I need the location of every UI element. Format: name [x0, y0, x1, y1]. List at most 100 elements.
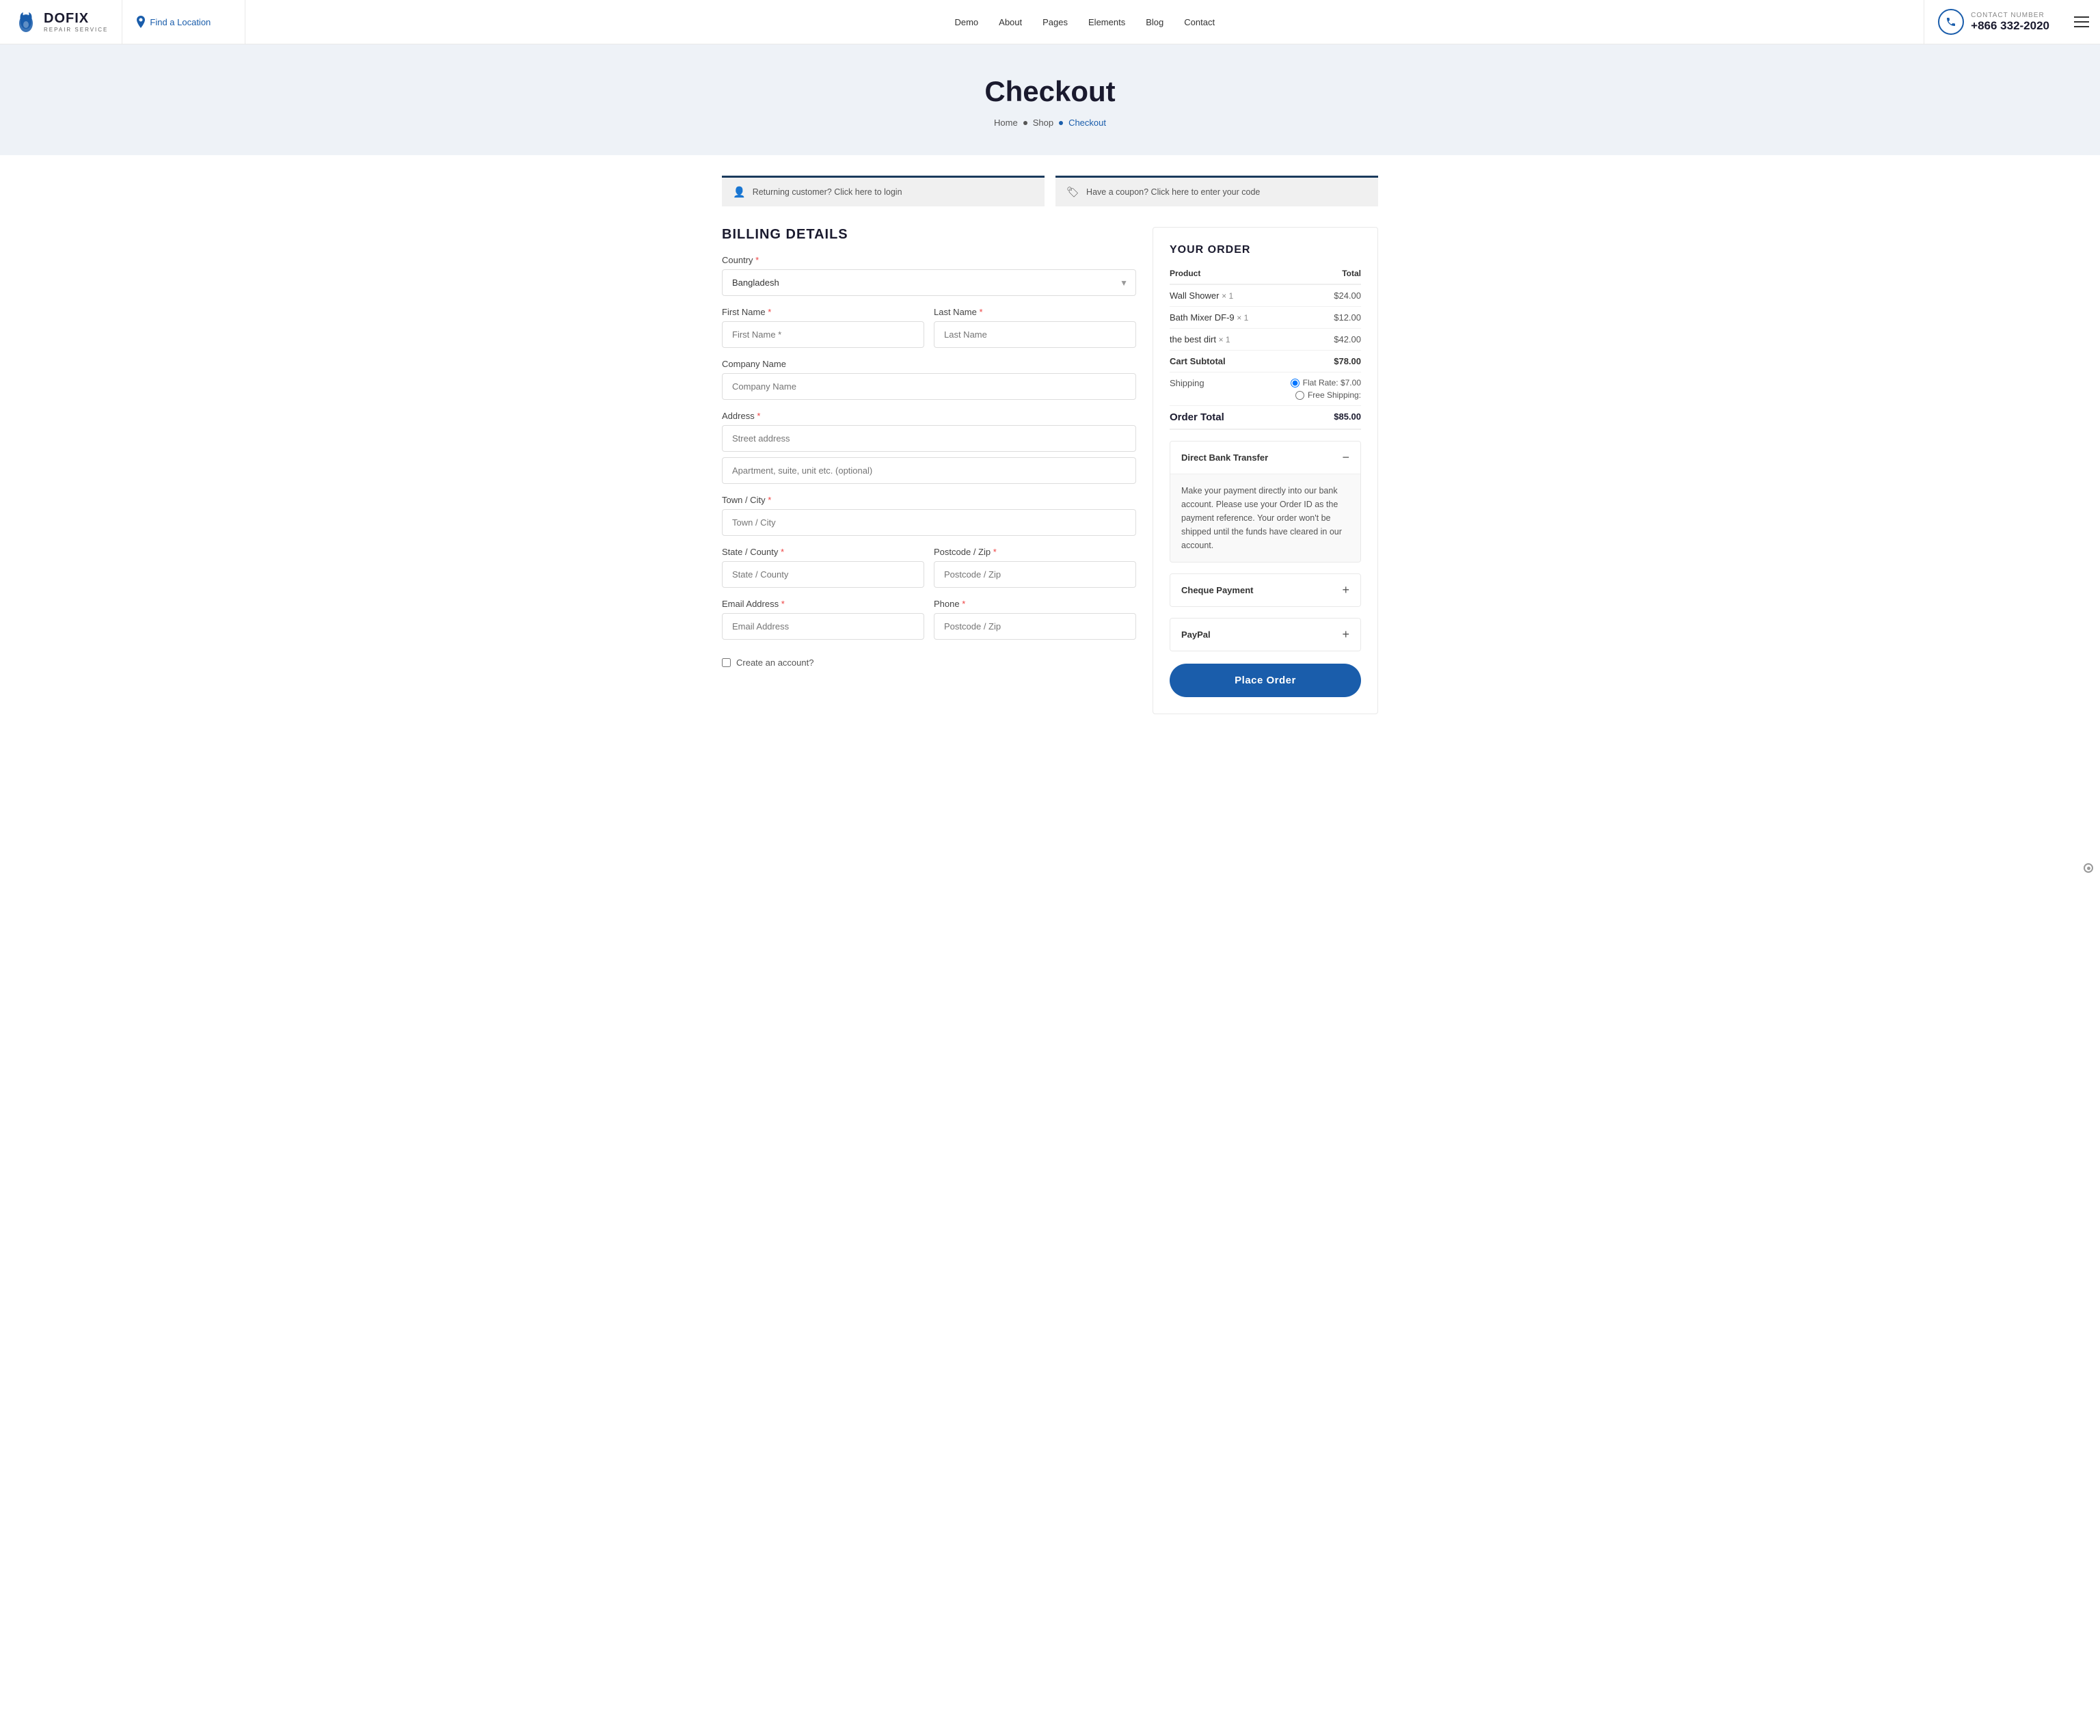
first-name-label: First Name *: [722, 307, 924, 317]
find-location-link[interactable]: Find a Location: [122, 0, 245, 44]
billing-title: BILLING DETAILS: [722, 227, 1136, 243]
email-phone-row: Email Address * Phone *: [722, 599, 1136, 651]
country-label: Country *: [722, 255, 1136, 265]
postcode-input[interactable]: [934, 561, 1136, 588]
shipping-free[interactable]: Free Shipping:: [1295, 390, 1361, 400]
nav-blog[interactable]: Blog: [1146, 17, 1163, 27]
nav-elements[interactable]: Elements: [1088, 17, 1125, 27]
shipping-label: Shipping: [1170, 372, 1271, 406]
shipping-free-radio[interactable]: [1295, 391, 1304, 400]
name-row: First Name * Last Name *: [722, 307, 1136, 359]
state-input[interactable]: [722, 561, 924, 588]
order-item-row: Bath Mixer DF-9 × 1 $12.00: [1170, 307, 1361, 329]
phone-input[interactable]: [934, 613, 1136, 640]
country-select[interactable]: Bangladesh United States United Kingdom …: [722, 269, 1136, 296]
subtotal-row: Cart Subtotal $78.00: [1170, 351, 1361, 372]
town-label: Town / City *: [722, 495, 1136, 505]
scroll-dot: [2087, 867, 2090, 870]
logo-sub: REPAIR SERVICE: [44, 27, 108, 33]
order-table: Product Total Wall Shower × 1 $24.00 Bat…: [1170, 269, 1361, 430]
payment-methods: Direct Bank Transfer − Make your payment…: [1170, 441, 1361, 651]
company-label: Company Name: [722, 359, 1136, 369]
postcode-group: Postcode / Zip *: [934, 547, 1136, 588]
street-input[interactable]: [722, 425, 1136, 452]
company-input[interactable]: [722, 373, 1136, 400]
order-item-total: $12.00: [1271, 307, 1361, 329]
breadcrumb-home[interactable]: Home: [994, 118, 1018, 128]
payment-body-0: Make your payment directly into our bank…: [1170, 474, 1360, 562]
nav-pages[interactable]: Pages: [1042, 17, 1068, 27]
total-value: $85.00: [1271, 406, 1361, 430]
payment-method-0: Direct Bank Transfer − Make your payment…: [1170, 441, 1361, 562]
country-select-wrapper: Bangladesh United States United Kingdom …: [722, 269, 1136, 296]
create-account-label: Create an account?: [736, 657, 813, 668]
apt-input[interactable]: [722, 457, 1136, 484]
town-group: Town / City *: [722, 495, 1136, 536]
shipping-flat-radio[interactable]: [1291, 379, 1300, 388]
nav-demo[interactable]: Demo: [954, 17, 978, 27]
place-order-button[interactable]: Place Order: [1170, 664, 1361, 697]
subtotal-value: $78.00: [1271, 351, 1361, 372]
payment-name-0: Direct Bank Transfer: [1181, 452, 1268, 463]
order-item-total: $42.00: [1271, 329, 1361, 351]
site-header: DOFIX REPAIR SERVICE Find a Location Dem…: [0, 0, 2100, 44]
notice-bars: 👤 Returning customer? Click here to logi…: [722, 176, 1378, 206]
billing-section: BILLING DETAILS Country * Bangladesh Uni…: [722, 227, 1136, 668]
nav-contact[interactable]: Contact: [1184, 17, 1215, 27]
col-product: Product: [1170, 269, 1271, 284]
order-title: YOUR ORDER: [1170, 244, 1361, 256]
contact-number: +866 332-2020: [1971, 19, 2049, 33]
breadcrumb-checkout[interactable]: Checkout: [1068, 118, 1106, 128]
payment-header-2[interactable]: PayPal +: [1170, 619, 1360, 651]
total-label: Order Total: [1170, 406, 1271, 430]
contact-info: CONTACT NUMBER +866 332-2020: [1924, 0, 2063, 44]
breadcrumb-dot-1: [1023, 121, 1027, 125]
user-icon: 👤: [733, 186, 746, 198]
address-label: Address *: [722, 411, 1136, 421]
company-group: Company Name: [722, 359, 1136, 400]
breadcrumb-shop[interactable]: Shop: [1033, 118, 1053, 128]
order-item-name: Wall Shower × 1: [1170, 284, 1271, 307]
order-item-row: Wall Shower × 1 $24.00: [1170, 284, 1361, 307]
town-input[interactable]: [722, 509, 1136, 536]
email-group: Email Address *: [722, 599, 924, 640]
phone-group: Phone *: [934, 599, 1136, 640]
hamburger-menu[interactable]: [2063, 16, 2100, 27]
logo-text: DOFIX: [44, 11, 89, 26]
order-item-total: $24.00: [1271, 284, 1361, 307]
first-name-group: First Name *: [722, 307, 924, 348]
main-content: 👤 Returning customer? Click here to logi…: [708, 155, 1392, 755]
subtotal-label: Cart Subtotal: [1170, 351, 1271, 372]
payment-method-2: PayPal +: [1170, 618, 1361, 651]
order-section: YOUR ORDER Product Total Wall Shower × 1…: [1153, 227, 1378, 714]
coupon-notice[interactable]: 🏷 Have a coupon? Click here to enter you…: [1055, 176, 1378, 206]
tag-icon: 🏷: [1066, 186, 1079, 198]
phone-label: Phone *: [934, 599, 1136, 609]
payment-toggle-icon-1: +: [1342, 583, 1349, 597]
nav-about[interactable]: About: [999, 17, 1022, 27]
first-name-input[interactable]: [722, 321, 924, 348]
payment-toggle-icon-0: −: [1342, 450, 1349, 465]
breadcrumb-dot-2: [1059, 121, 1063, 125]
order-item-name: Bath Mixer DF-9 × 1: [1170, 307, 1271, 329]
checkout-layout: BILLING DETAILS Country * Bangladesh Uni…: [722, 227, 1378, 714]
state-label: State / County *: [722, 547, 924, 557]
last-name-input[interactable]: [934, 321, 1136, 348]
shipping-flat-rate[interactable]: Flat Rate: $7.00: [1291, 378, 1361, 388]
state-postcode-row: State / County * Postcode / Zip *: [722, 547, 1136, 599]
create-account-row: Create an account?: [722, 657, 1136, 668]
last-name-label: Last Name *: [934, 307, 1136, 317]
email-input[interactable]: [722, 613, 924, 640]
page-hero: Checkout Home Shop Checkout: [0, 44, 2100, 155]
payment-header-1[interactable]: Cheque Payment +: [1170, 574, 1360, 606]
shipping-options: Flat Rate: $7.00 Free Shipping:: [1271, 378, 1361, 400]
order-item-row: the best dirt × 1 $42.00: [1170, 329, 1361, 351]
create-account-checkbox[interactable]: [722, 658, 731, 667]
shipping-row: Shipping Flat Rate: $7.00 Free Shipping:: [1170, 372, 1361, 406]
payment-toggle-icon-2: +: [1342, 627, 1349, 642]
login-notice[interactable]: 👤 Returning customer? Click here to logi…: [722, 176, 1045, 206]
order-item-name: the best dirt × 1: [1170, 329, 1271, 351]
logo[interactable]: DOFIX REPAIR SERVICE: [0, 0, 122, 44]
payment-header-0[interactable]: Direct Bank Transfer −: [1170, 442, 1360, 474]
scroll-indicator: [2084, 863, 2093, 873]
